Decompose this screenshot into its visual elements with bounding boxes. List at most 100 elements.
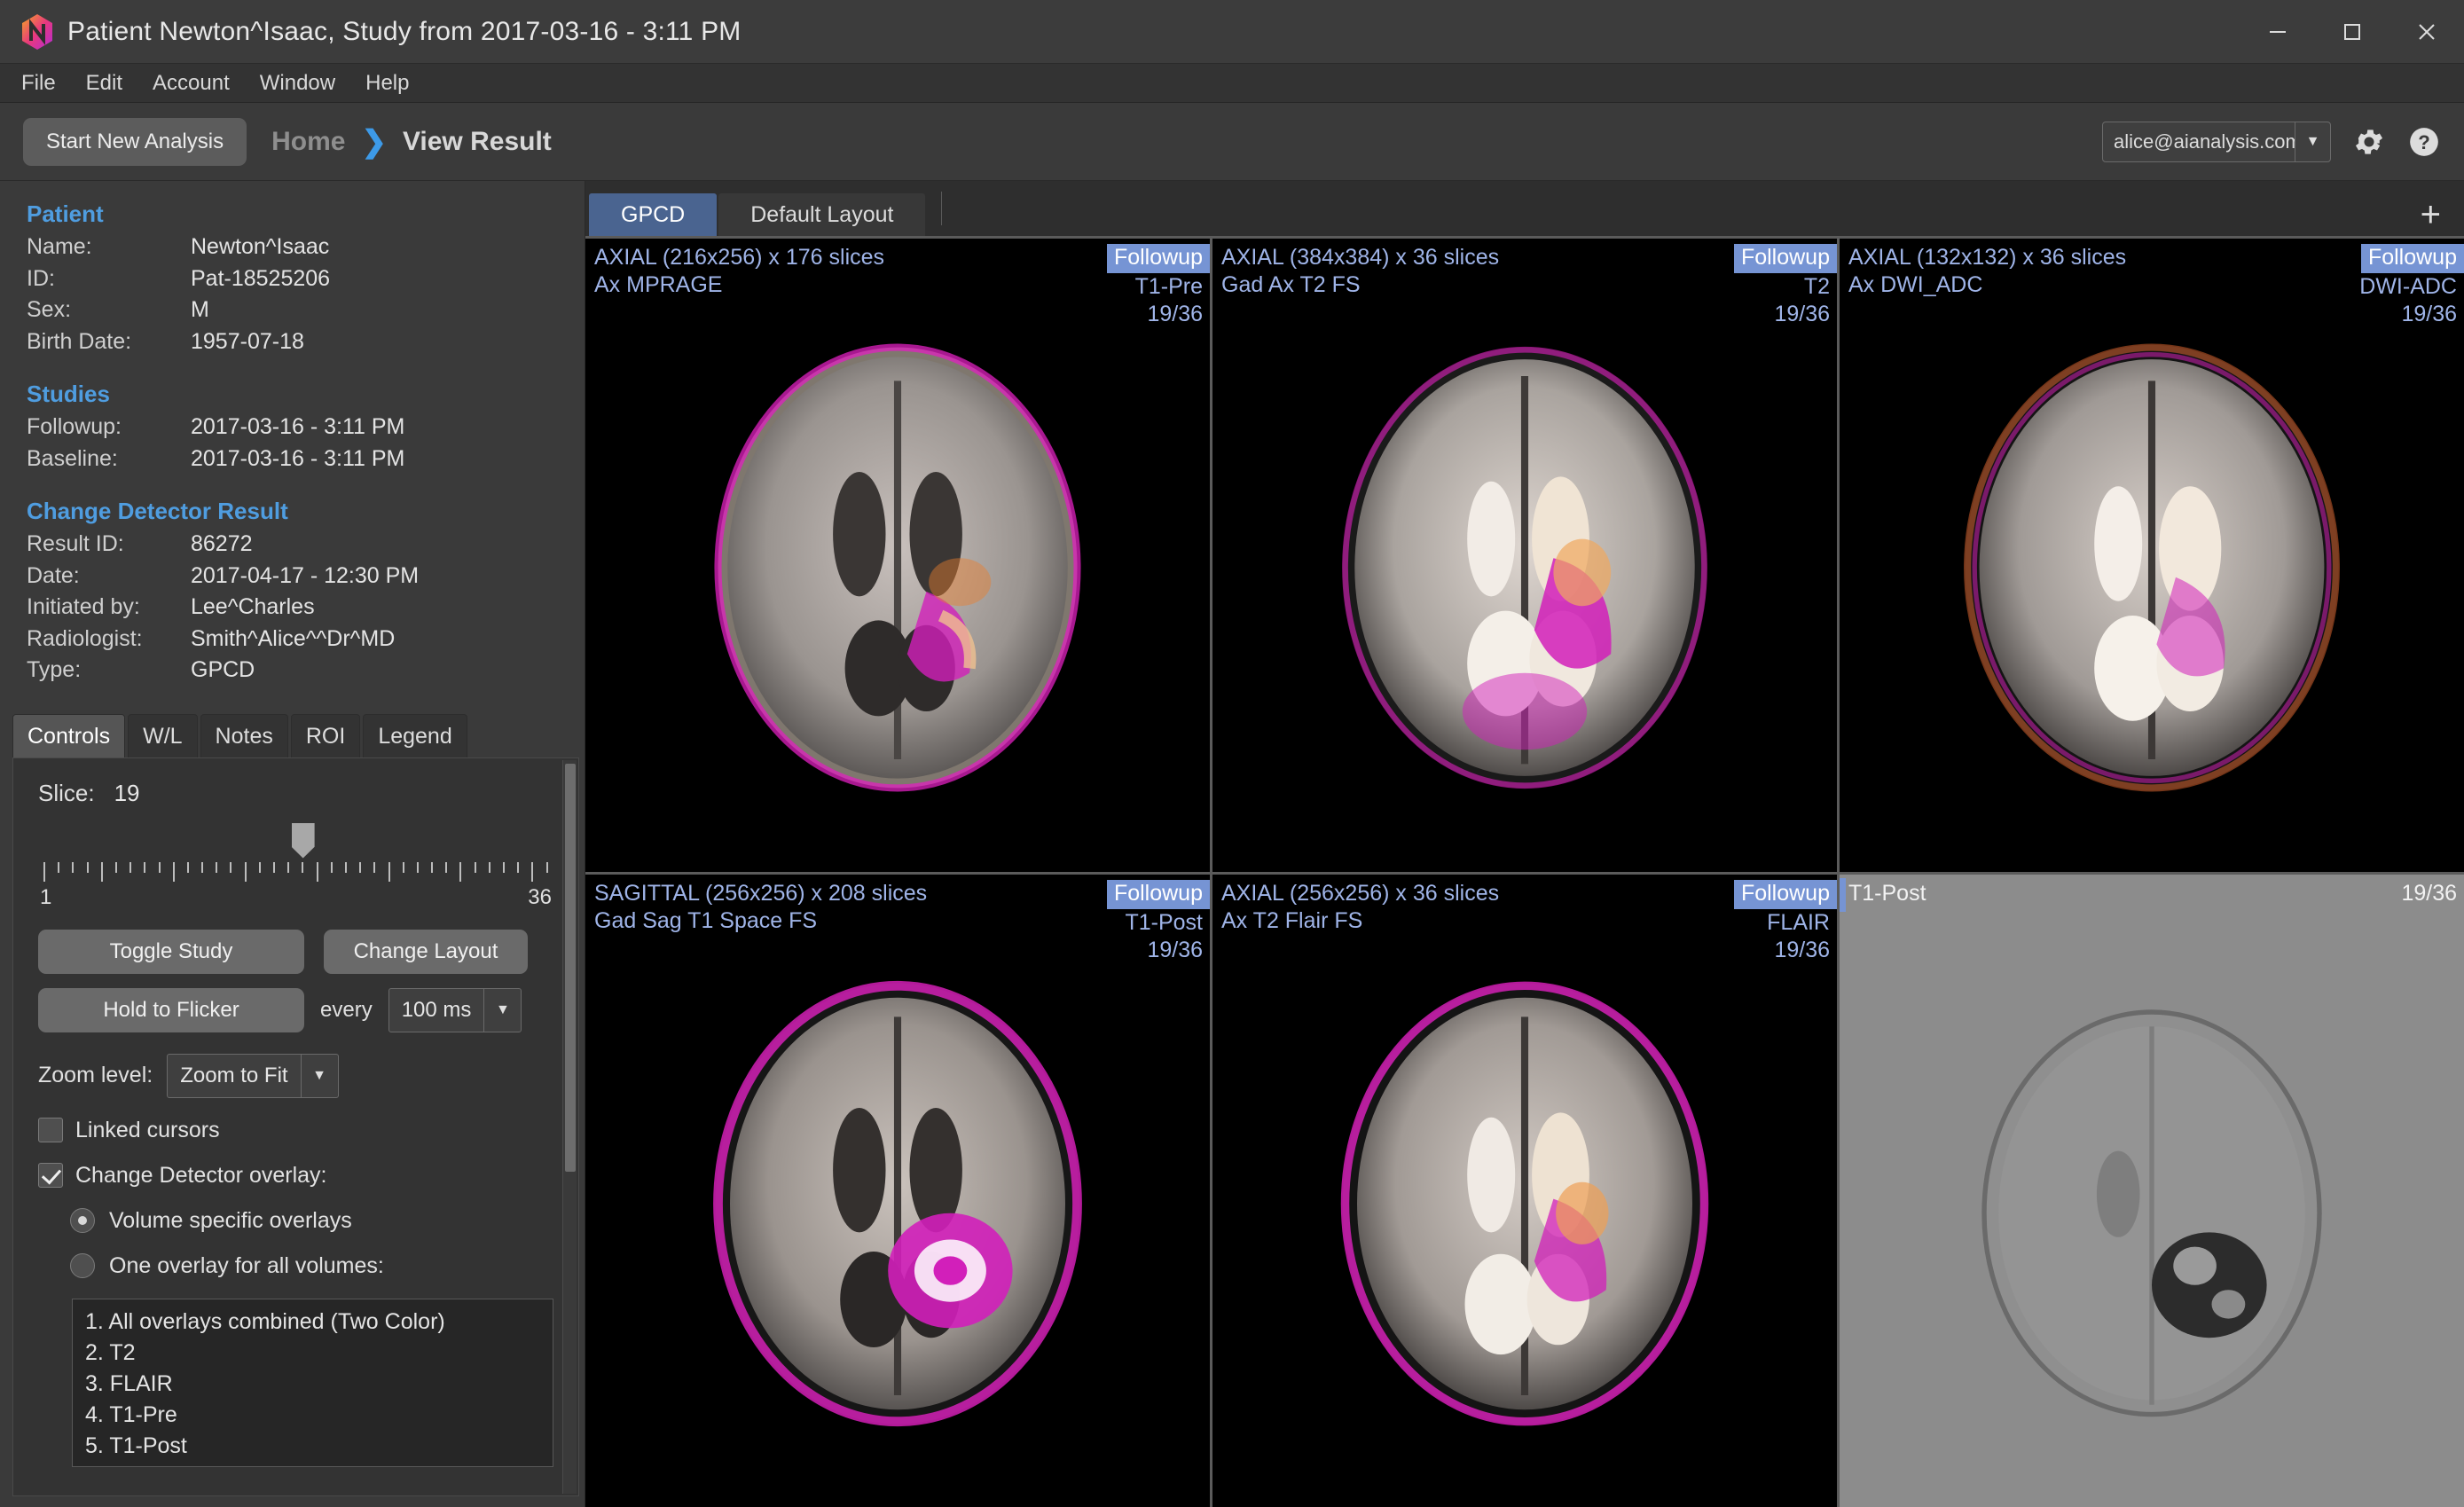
slider-tick [373, 861, 376, 873]
chevron-down-icon[interactable]: ▼ [2295, 122, 2330, 161]
chevron-right-icon: ❯ [361, 124, 387, 159]
add-tab-button[interactable]: + [2421, 197, 2441, 232]
tab-divider [941, 192, 943, 225]
slider-tick [531, 861, 534, 882]
radio-volume-specific[interactable] [70, 1208, 95, 1233]
menu-window[interactable]: Window [247, 67, 348, 99]
list-item[interactable]: 4. T1-Pre [73, 1400, 553, 1431]
study-followup-row: Followup: 2017-03-16 - 3:11 PM [27, 412, 558, 443]
linked-cursors-row[interactable]: Linked cursors [38, 1118, 553, 1143]
breadcrumb-home[interactable]: Home [271, 127, 345, 157]
viewport-2-info: AXIAL (384x384) x 36 slices Gad Ax T2 FS [1221, 244, 1499, 300]
viewport-1[interactable]: AXIAL (216x256) x 176 slices Ax MPRAGE F… [585, 239, 1210, 872]
overlay-options-list[interactable]: 1. All overlays combined (Two Color) 2. … [72, 1298, 553, 1467]
brain-image-4 [713, 980, 1082, 1426]
slider-tick [86, 861, 89, 873]
list-item[interactable]: 2. T2 [73, 1338, 553, 1369]
zoom-level-value: Zoom to Fit [180, 1063, 288, 1087]
cdr-date-value: 2017-04-17 - 12:30 PM [191, 562, 420, 588]
radio-one-overlay[interactable] [70, 1253, 95, 1278]
viewport-3-slice-index: 19/36 [2401, 302, 2457, 327]
slice-slider[interactable] [38, 822, 553, 892]
hold-to-flicker-button[interactable]: Hold to Flicker [38, 987, 304, 1032]
slider-tick [388, 861, 390, 882]
menu-edit[interactable]: Edit [74, 67, 135, 99]
viewer-area: GPCD Default Layout + AXIAL (216x256) x … [585, 181, 2464, 1507]
viewport-5-sequence: FLAIR [1767, 909, 1830, 935]
menu-account[interactable]: Account [140, 67, 242, 99]
slider-tick [402, 861, 404, 873]
viewport-2-series: Gad Ax T2 FS [1221, 272, 1361, 298]
cdr-initiated-row: Initiated by: Lee^Charles [27, 592, 558, 624]
tab-controls[interactable]: Controls [12, 713, 126, 757]
chevron-down-icon[interactable]: ▼ [483, 988, 521, 1032]
viewport-3-series: Ax DWI_ADC [1848, 272, 1983, 298]
viewport-4-slice-index: 19/36 [1147, 937, 1203, 962]
minimize-button[interactable] [2240, 0, 2315, 63]
tab-default-layout[interactable]: Default Layout [718, 193, 926, 236]
controls-scrollbar[interactable] [562, 759, 577, 1494]
tab-gpcd[interactable]: GPCD [589, 193, 718, 236]
slice-slider-ticks [43, 861, 548, 885]
linked-cursors-checkbox[interactable] [38, 1118, 63, 1142]
tab-notes[interactable]: Notes [200, 713, 288, 757]
slice-slider-handle[interactable] [291, 822, 315, 859]
slider-tick [43, 861, 45, 882]
help-icon[interactable]: ? [2407, 125, 2441, 159]
viewport-4-geometry: SAGITTAL (256x256) x 208 slices [594, 880, 928, 906]
slider-tick [474, 861, 476, 873]
slider-tick [416, 861, 419, 873]
toggle-study-button[interactable]: Toggle Study [38, 929, 304, 974]
every-label: every [320, 997, 373, 1022]
list-item[interactable]: 1. All overlays combined (Two Color) [73, 1307, 553, 1338]
viewport-3-badge: Followup [2360, 244, 2464, 273]
tab-roi[interactable]: ROI [290, 713, 361, 757]
slider-tick [100, 861, 103, 882]
viewport-4-badge: Followup [1106, 879, 1210, 909]
viewport-4[interactable]: SAGITTAL (256x256) x 208 slices Gad Sag … [585, 874, 1210, 1507]
controls-scrollbar-thumb[interactable] [565, 763, 576, 1172]
viewport-2-slice-index: 19/36 [1774, 302, 1830, 327]
change-detector-overlay-checkbox[interactable] [38, 1163, 63, 1188]
viewport-5[interactable]: AXIAL (256x256) x 36 slices Ax T2 Flair … [1212, 874, 1837, 1507]
patient-name-row: Name: Newton^Isaac [27, 232, 558, 263]
list-item[interactable]: 5. T1-Post [73, 1431, 553, 1462]
radio-volume-specific-row[interactable]: Volume specific overlays [70, 1208, 553, 1234]
cdr-date-label: Date: [27, 562, 80, 588]
account-select[interactable]: alice@aianalysis.com ▼ [2102, 121, 2331, 162]
radio-one-overlay-row[interactable]: One overlay for all volumes: [70, 1253, 553, 1279]
menu-bar: File Edit Account Window Help [0, 64, 2464, 103]
patient-name-value: Newton^Isaac [191, 234, 330, 259]
cdr-radiologist-label: Radiologist: [27, 625, 143, 651]
start-new-analysis-button[interactable]: Start New Analysis [23, 117, 247, 166]
slider-tick [431, 861, 434, 873]
menu-help[interactable]: Help [353, 67, 421, 99]
flicker-interval-select[interactable]: 100 ms ▼ [388, 987, 522, 1032]
list-item[interactable]: 3. FLAIR [73, 1369, 553, 1400]
cdr-radiologist-value: Smith^Alice^^Dr^MD [191, 625, 396, 651]
viewport-1-slice-index: 19/36 [1147, 302, 1203, 327]
patient-sex-row: Sex: M [27, 294, 558, 326]
viewport-6[interactable]: T1-Post 19/36 [1840, 874, 2464, 1507]
menu-file[interactable]: File [9, 67, 68, 99]
zoom-level-select[interactable]: Zoom to Fit ▼ [167, 1053, 339, 1098]
slider-tick [216, 861, 218, 873]
viewport-3[interactable]: AXIAL (132x132) x 36 slices Ax DWI_ADC F… [1840, 239, 2464, 872]
maximize-button[interactable] [2315, 0, 2389, 63]
left-panel-tabs: Controls W/L Notes ROI Legend [12, 710, 585, 757]
slider-tick [230, 861, 232, 873]
chevron-down-icon[interactable]: ▼ [300, 1054, 338, 1097]
close-button[interactable] [2389, 0, 2464, 63]
tab-wl[interactable]: W/L [128, 713, 198, 757]
change-detector-overlay-row[interactable]: Change Detector overlay: [38, 1163, 553, 1189]
slider-tick [302, 861, 304, 873]
gear-icon[interactable] [2352, 125, 2386, 159]
tab-legend[interactable]: Legend [363, 713, 467, 757]
viewport-1-meta: Followup T1-Pre 19/36 [1106, 244, 1210, 329]
viewport-2[interactable]: AXIAL (384x384) x 36 slices Gad Ax T2 FS… [1212, 239, 1837, 872]
study-followup-label: Followup: [27, 414, 122, 439]
slider-tick [144, 861, 146, 873]
change-layout-button[interactable]: Change Layout [324, 929, 528, 974]
cdr-radiologist-row: Radiologist: Smith^Alice^^Dr^MD [27, 624, 558, 655]
brain-image-3 [1964, 343, 2340, 792]
